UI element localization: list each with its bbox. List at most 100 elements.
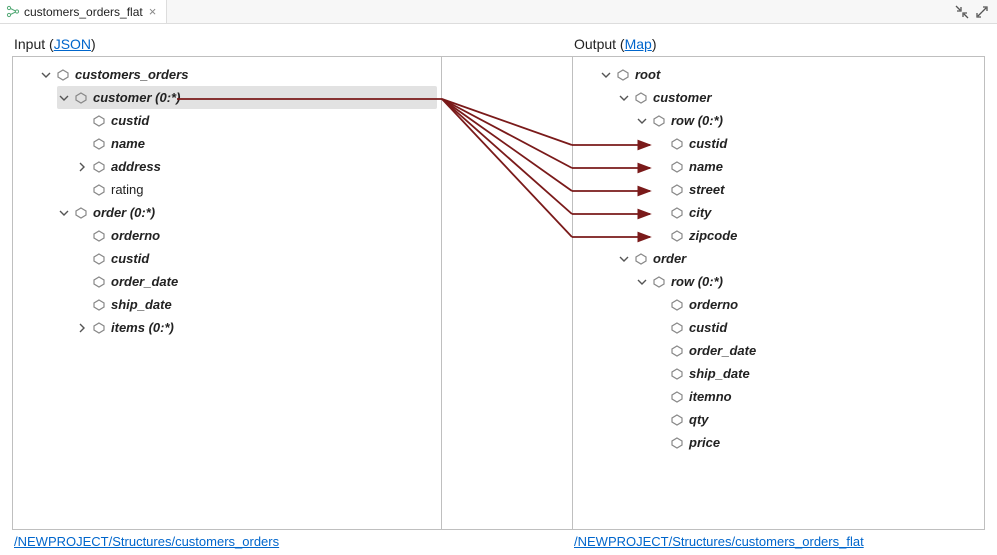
hexagon-icon [671, 184, 683, 196]
tree-node-order-custid[interactable]: custid [75, 247, 437, 270]
node-label: customer (0:*) [93, 90, 180, 105]
node-label: qty [689, 412, 709, 427]
chevron-down-icon[interactable] [617, 252, 631, 266]
hexagon-icon [75, 207, 87, 219]
chevron-down-icon[interactable] [635, 114, 649, 128]
tree-node-out-custid[interactable]: custid [653, 132, 980, 155]
input-header-prefix: Input ( [14, 36, 54, 52]
hexagon-icon [93, 184, 105, 196]
output-panel: Output (Map) root [572, 34, 985, 549]
mapping-panel [442, 34, 572, 549]
input-header-suffix: ) [91, 36, 96, 52]
chevron-down-icon[interactable] [599, 68, 613, 82]
node-label: itemno [689, 389, 732, 404]
tree-node-order[interactable]: order (0:*) [57, 201, 437, 224]
tree-node-out-order[interactable]: order [617, 247, 980, 270]
hexagon-icon [671, 322, 683, 334]
node-label: custid [689, 136, 727, 151]
hexagon-icon [671, 391, 683, 403]
tree-node-address[interactable]: address [75, 155, 437, 178]
hexagon-icon [93, 253, 105, 265]
hexagon-icon [653, 115, 665, 127]
hexagon-icon [671, 437, 683, 449]
hexagon-icon [93, 276, 105, 288]
node-label: zipcode [689, 228, 737, 243]
output-source-link[interactable]: /NEWPROJECT/Structures/customers_orders_… [574, 534, 864, 549]
node-label: street [689, 182, 724, 197]
node-label: row (0:*) [671, 274, 723, 289]
hexagon-icon [671, 414, 683, 426]
tree-node-out-customer[interactable]: customer [617, 86, 980, 109]
hexagon-icon [671, 368, 683, 380]
node-label: custid [111, 251, 149, 266]
node-label: city [689, 205, 711, 220]
node-label: order_date [111, 274, 178, 289]
tree-node-custid[interactable]: custid [75, 109, 437, 132]
output-tree-box[interactable]: root customer [572, 56, 985, 530]
node-label: name [111, 136, 145, 151]
tree-node-out-itemno[interactable]: itemno [653, 385, 980, 408]
output-schema-link[interactable]: Map [625, 36, 652, 52]
maximize-icon[interactable] [975, 5, 989, 19]
hexagon-icon [635, 253, 647, 265]
tree-node-rating[interactable]: rating [75, 178, 437, 201]
output-header: Output (Map) [572, 34, 985, 56]
hexagon-icon [671, 207, 683, 219]
tree-node-out-city[interactable]: city [653, 201, 980, 224]
chevron-down-icon[interactable] [617, 91, 631, 105]
minimize-icon[interactable] [955, 5, 969, 19]
hexagon-icon [93, 138, 105, 150]
chevron-right-icon[interactable] [75, 160, 89, 174]
close-icon[interactable]: × [147, 4, 159, 19]
tree-node-root[interactable]: root [599, 63, 980, 86]
node-label: custid [111, 113, 149, 128]
hexagon-icon [671, 161, 683, 173]
node-label: rating [111, 182, 144, 197]
hexagon-icon [93, 115, 105, 127]
node-label: ship_date [689, 366, 750, 381]
tab-customers-orders-flat[interactable]: customers_orders_flat × [0, 0, 167, 23]
tree-node-out-zipcode[interactable]: zipcode [653, 224, 980, 247]
chevron-right-icon[interactable] [75, 321, 89, 335]
tree-node-out-name[interactable]: name [653, 155, 980, 178]
tree-node-order-row[interactable]: row (0:*) [635, 270, 980, 293]
tree-node-out-ship-date[interactable]: ship_date [653, 362, 980, 385]
tree-node-out-price[interactable]: price [653, 431, 980, 454]
hexagon-icon [93, 322, 105, 334]
tree-node-out-order-date[interactable]: order_date [653, 339, 980, 362]
chevron-down-icon[interactable] [57, 91, 71, 105]
tree-node-customer-row[interactable]: row (0:*) [635, 109, 980, 132]
input-source-link[interactable]: /NEWPROJECT/Structures/customers_orders [14, 534, 279, 549]
output-footer: /NEWPROJECT/Structures/customers_orders_… [572, 530, 985, 549]
node-label: items (0:*) [111, 320, 174, 335]
node-label: orderno [689, 297, 738, 312]
output-header-suffix: ) [652, 36, 657, 52]
hexagon-icon [75, 92, 87, 104]
tree-node-orderno[interactable]: orderno [75, 224, 437, 247]
node-label: address [111, 159, 161, 174]
tab-bar: customers_orders_flat × [0, 0, 997, 24]
hexagon-icon [653, 276, 665, 288]
input-panel: Input (JSON) customers_orders [12, 34, 442, 549]
hexagon-icon [93, 230, 105, 242]
hexagon-icon [93, 299, 105, 311]
tree-node-out-orderno[interactable]: orderno [653, 293, 980, 316]
node-label: ship_date [111, 297, 172, 312]
chevron-down-icon[interactable] [39, 68, 53, 82]
chevron-down-icon[interactable] [635, 275, 649, 289]
input-tree-box[interactable]: customers_orders customer (0:*) [12, 56, 442, 530]
tree-node-out-order-custid[interactable]: custid [653, 316, 980, 339]
tree-node-out-qty[interactable]: qty [653, 408, 980, 431]
tree-node-customer[interactable]: customer (0:*) [57, 86, 437, 109]
tree-node-customers-orders[interactable]: customers_orders [39, 63, 437, 86]
tree-node-out-street[interactable]: street [653, 178, 980, 201]
tree-node-ship-date[interactable]: ship_date [75, 293, 437, 316]
mapping-canvas[interactable] [442, 56, 572, 530]
chevron-down-icon[interactable] [57, 206, 71, 220]
input-schema-link[interactable]: JSON [54, 36, 91, 52]
hexagon-icon [93, 161, 105, 173]
tree-node-name[interactable]: name [75, 132, 437, 155]
tree-node-order-date[interactable]: order_date [75, 270, 437, 293]
tree-node-items[interactable]: items (0:*) [75, 316, 437, 339]
input-header: Input (JSON) [12, 34, 442, 56]
